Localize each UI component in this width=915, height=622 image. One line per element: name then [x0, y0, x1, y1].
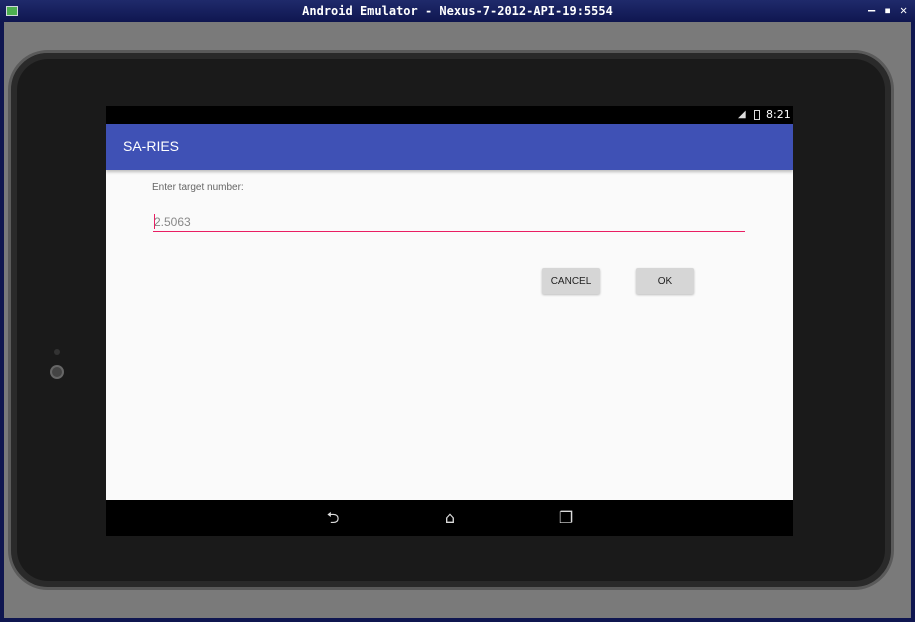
maximize-button[interactable]: ▪	[884, 3, 891, 17]
back-icon[interactable]: ⮌	[319, 508, 347, 528]
camera-icon	[50, 365, 64, 379]
navigation-bar: ⮌ ⌂ ❐	[106, 500, 793, 536]
status-time: 8:21	[766, 108, 791, 121]
text-cursor	[154, 214, 155, 229]
target-number-input[interactable]	[153, 212, 745, 232]
app-bar: SA-RIES	[106, 124, 793, 170]
ok-button[interactable]: OK	[636, 268, 694, 294]
signal-icon: ◢	[738, 109, 746, 120]
minimize-button[interactable]: ‒	[868, 3, 875, 17]
window-border-right	[911, 22, 915, 622]
cancel-button[interactable]: CANCEL	[542, 268, 600, 294]
battery-icon	[754, 110, 760, 120]
recent-apps-icon[interactable]: ❐	[552, 508, 580, 528]
window-border-left	[0, 22, 4, 622]
status-bar: ◢ 8:21	[106, 106, 793, 124]
sensor-dot	[54, 349, 60, 355]
window-title-bar: Android Emulator - Nexus-7-2012-API-19:5…	[0, 0, 915, 22]
window-title: Android Emulator - Nexus-7-2012-API-19:5…	[302, 4, 613, 18]
close-button[interactable]: ✕	[900, 3, 907, 17]
window-border-bottom	[0, 618, 915, 622]
app-title: SA-RIES	[123, 138, 180, 154]
home-icon[interactable]: ⌂	[436, 508, 464, 528]
target-number-label: Enter target number:	[152, 182, 244, 193]
device-screen: ◢ 8:21 SA-RIES Enter target number: CANC…	[106, 106, 793, 536]
